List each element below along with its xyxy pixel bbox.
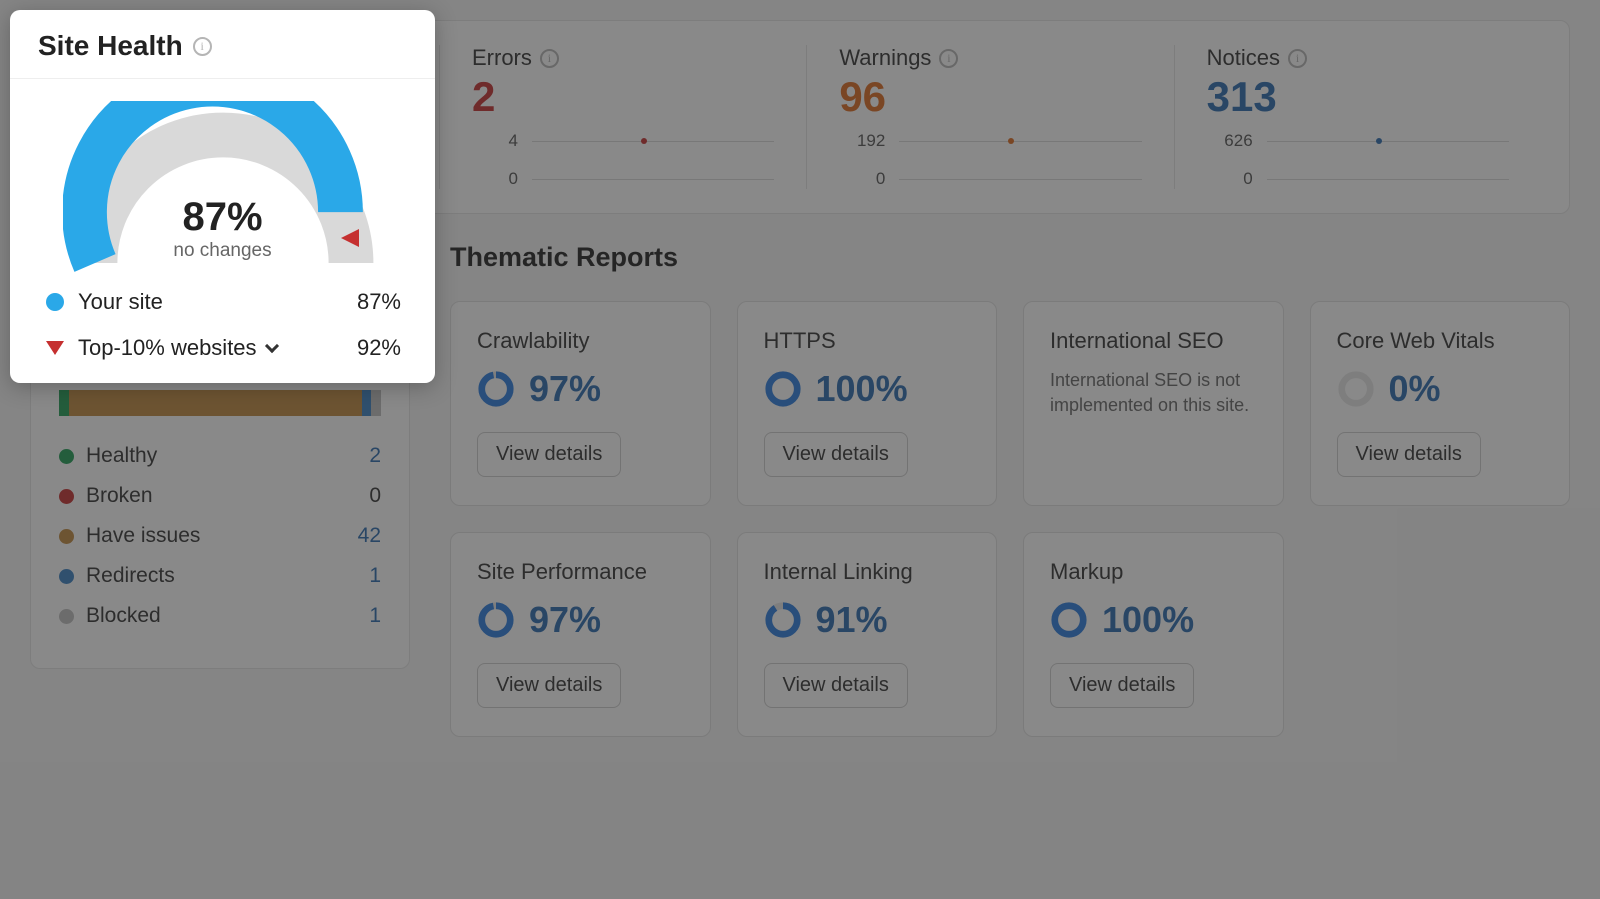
gauge-benchmark-marker bbox=[337, 229, 359, 252]
crawled-row-count: 0 bbox=[341, 484, 381, 508]
status-dot-icon bbox=[59, 569, 74, 584]
card-title: Markup bbox=[1050, 559, 1257, 585]
legend-your-site-value: 87% bbox=[357, 289, 401, 315]
crawled-row-count: 2 bbox=[341, 444, 381, 468]
card-note: International SEO is not implemented on … bbox=[1050, 368, 1257, 418]
thematic-card-markup: Markup 100% View details bbox=[1023, 532, 1284, 737]
crawled-row-label: Blocked bbox=[86, 604, 341, 628]
crawled-bar-chart bbox=[59, 390, 381, 416]
gauge-percent: 87% bbox=[63, 195, 383, 240]
errors-value: 2 bbox=[472, 73, 774, 121]
site-health-popover: Site Health i 87% no changes Your site 8… bbox=[10, 10, 435, 383]
card-percent: 91% bbox=[816, 599, 888, 641]
thematic-title: Thematic Reports bbox=[450, 242, 1570, 273]
card-percent: 0% bbox=[1389, 368, 1441, 410]
card-title: International SEO bbox=[1050, 328, 1257, 354]
crawled-row-count: 1 bbox=[341, 604, 381, 628]
donut-icon bbox=[1337, 370, 1375, 408]
triangle-down-icon bbox=[46, 341, 64, 355]
errors-block[interactable]: Errors i 2 4 0 bbox=[439, 45, 806, 189]
view-details-button[interactable]: View details bbox=[477, 432, 621, 477]
card-title: Crawlability bbox=[477, 328, 684, 354]
site-health-title: Site Health bbox=[38, 30, 183, 62]
view-details-button[interactable]: View details bbox=[1337, 432, 1481, 477]
info-icon[interactable]: i bbox=[939, 49, 958, 68]
warnings-spark-top: 192 bbox=[839, 131, 885, 151]
errors-spark-dot bbox=[641, 138, 647, 144]
thematic-card-crawlability: Crawlability 97% View details bbox=[450, 301, 711, 506]
crawled-row-count: 1 bbox=[341, 564, 381, 588]
view-details-button[interactable]: View details bbox=[764, 432, 908, 477]
chevron-down-icon[interactable] bbox=[264, 339, 278, 353]
crawled-row[interactable]: Redirects1 bbox=[59, 564, 381, 588]
notices-spark-top: 626 bbox=[1207, 131, 1253, 151]
notices-spark-bottom: 0 bbox=[1207, 169, 1253, 189]
status-dot-icon bbox=[59, 449, 74, 464]
view-details-button[interactable]: View details bbox=[764, 663, 908, 708]
card-title: HTTPS bbox=[764, 328, 971, 354]
card-title: Site Performance bbox=[477, 559, 684, 585]
errors-spark-top: 4 bbox=[472, 131, 518, 151]
notices-spark-dot bbox=[1376, 138, 1382, 144]
crawled-row-count: 42 bbox=[341, 524, 381, 548]
info-icon[interactable]: i bbox=[540, 49, 559, 68]
thematic-card-cwv: Core Web Vitals 0% View details bbox=[1310, 301, 1571, 506]
card-percent: 100% bbox=[1102, 599, 1194, 641]
card-percent: 100% bbox=[816, 368, 908, 410]
warnings-label: Warnings bbox=[839, 45, 931, 71]
warnings-value: 96 bbox=[839, 73, 1141, 121]
notices-value: 313 bbox=[1207, 73, 1509, 121]
donut-icon bbox=[477, 601, 515, 639]
info-icon[interactable]: i bbox=[193, 37, 212, 56]
donut-icon bbox=[764, 370, 802, 408]
crawled-row-label: Redirects bbox=[86, 564, 341, 588]
view-details-button[interactable]: View details bbox=[1050, 663, 1194, 708]
site-health-gauge: 87% no changes bbox=[63, 101, 383, 281]
crawled-row[interactable]: Broken0 bbox=[59, 484, 381, 508]
info-icon[interactable]: i bbox=[1288, 49, 1307, 68]
errors-label: Errors bbox=[472, 45, 532, 71]
legend-your-site: Your site 87% bbox=[44, 289, 401, 315]
legend-your-site-label: Your site bbox=[78, 289, 357, 315]
crawled-row[interactable]: Healthy2 bbox=[59, 444, 381, 468]
thematic-card-intl: International SEO International SEO is no… bbox=[1023, 301, 1284, 506]
legend-top10[interactable]: Top-10% websites 92% bbox=[44, 335, 401, 361]
errors-spark-bottom: 0 bbox=[472, 169, 518, 189]
thematic-section: Thematic Reports Crawlability 97% View det… bbox=[450, 242, 1570, 737]
status-dot-icon bbox=[59, 529, 74, 544]
crawled-row[interactable]: Have issues42 bbox=[59, 524, 381, 548]
crawled-legend: Healthy2Broken0Have issues42Redirects1Bl… bbox=[59, 444, 381, 628]
status-dot-icon bbox=[59, 489, 74, 504]
warnings-spark-bottom: 0 bbox=[839, 169, 885, 189]
card-title: Internal Linking bbox=[764, 559, 971, 585]
notices-block[interactable]: Notices i 313 626 0 bbox=[1174, 45, 1541, 189]
view-details-button[interactable]: View details bbox=[477, 663, 621, 708]
thematic-card-perf: Site Performance 97% View details bbox=[450, 532, 711, 737]
gauge-sub: no changes bbox=[63, 240, 383, 262]
card-title: Core Web Vitals bbox=[1337, 328, 1544, 354]
legend-top10-label: Top-10% websites bbox=[78, 335, 257, 361]
crawled-row-label: Broken bbox=[86, 484, 341, 508]
card-percent: 97% bbox=[529, 599, 601, 641]
crawled-row-label: Healthy bbox=[86, 444, 341, 468]
notices-label: Notices bbox=[1207, 45, 1280, 71]
donut-icon bbox=[1050, 601, 1088, 639]
donut-icon bbox=[764, 601, 802, 639]
warnings-block[interactable]: Warnings i 96 192 0 bbox=[806, 45, 1173, 189]
legend-top10-value: 92% bbox=[357, 335, 401, 361]
card-percent: 97% bbox=[529, 368, 601, 410]
crawled-row[interactable]: Blocked1 bbox=[59, 604, 381, 628]
thematic-card-https: HTTPS 100% View details bbox=[737, 301, 998, 506]
status-dot-icon bbox=[59, 609, 74, 624]
donut-icon bbox=[477, 370, 515, 408]
thematic-card-linking: Internal Linking 91% View details bbox=[737, 532, 998, 737]
warnings-spark-dot bbox=[1008, 138, 1014, 144]
circle-icon bbox=[46, 293, 64, 311]
crawled-row-label: Have issues bbox=[86, 524, 341, 548]
